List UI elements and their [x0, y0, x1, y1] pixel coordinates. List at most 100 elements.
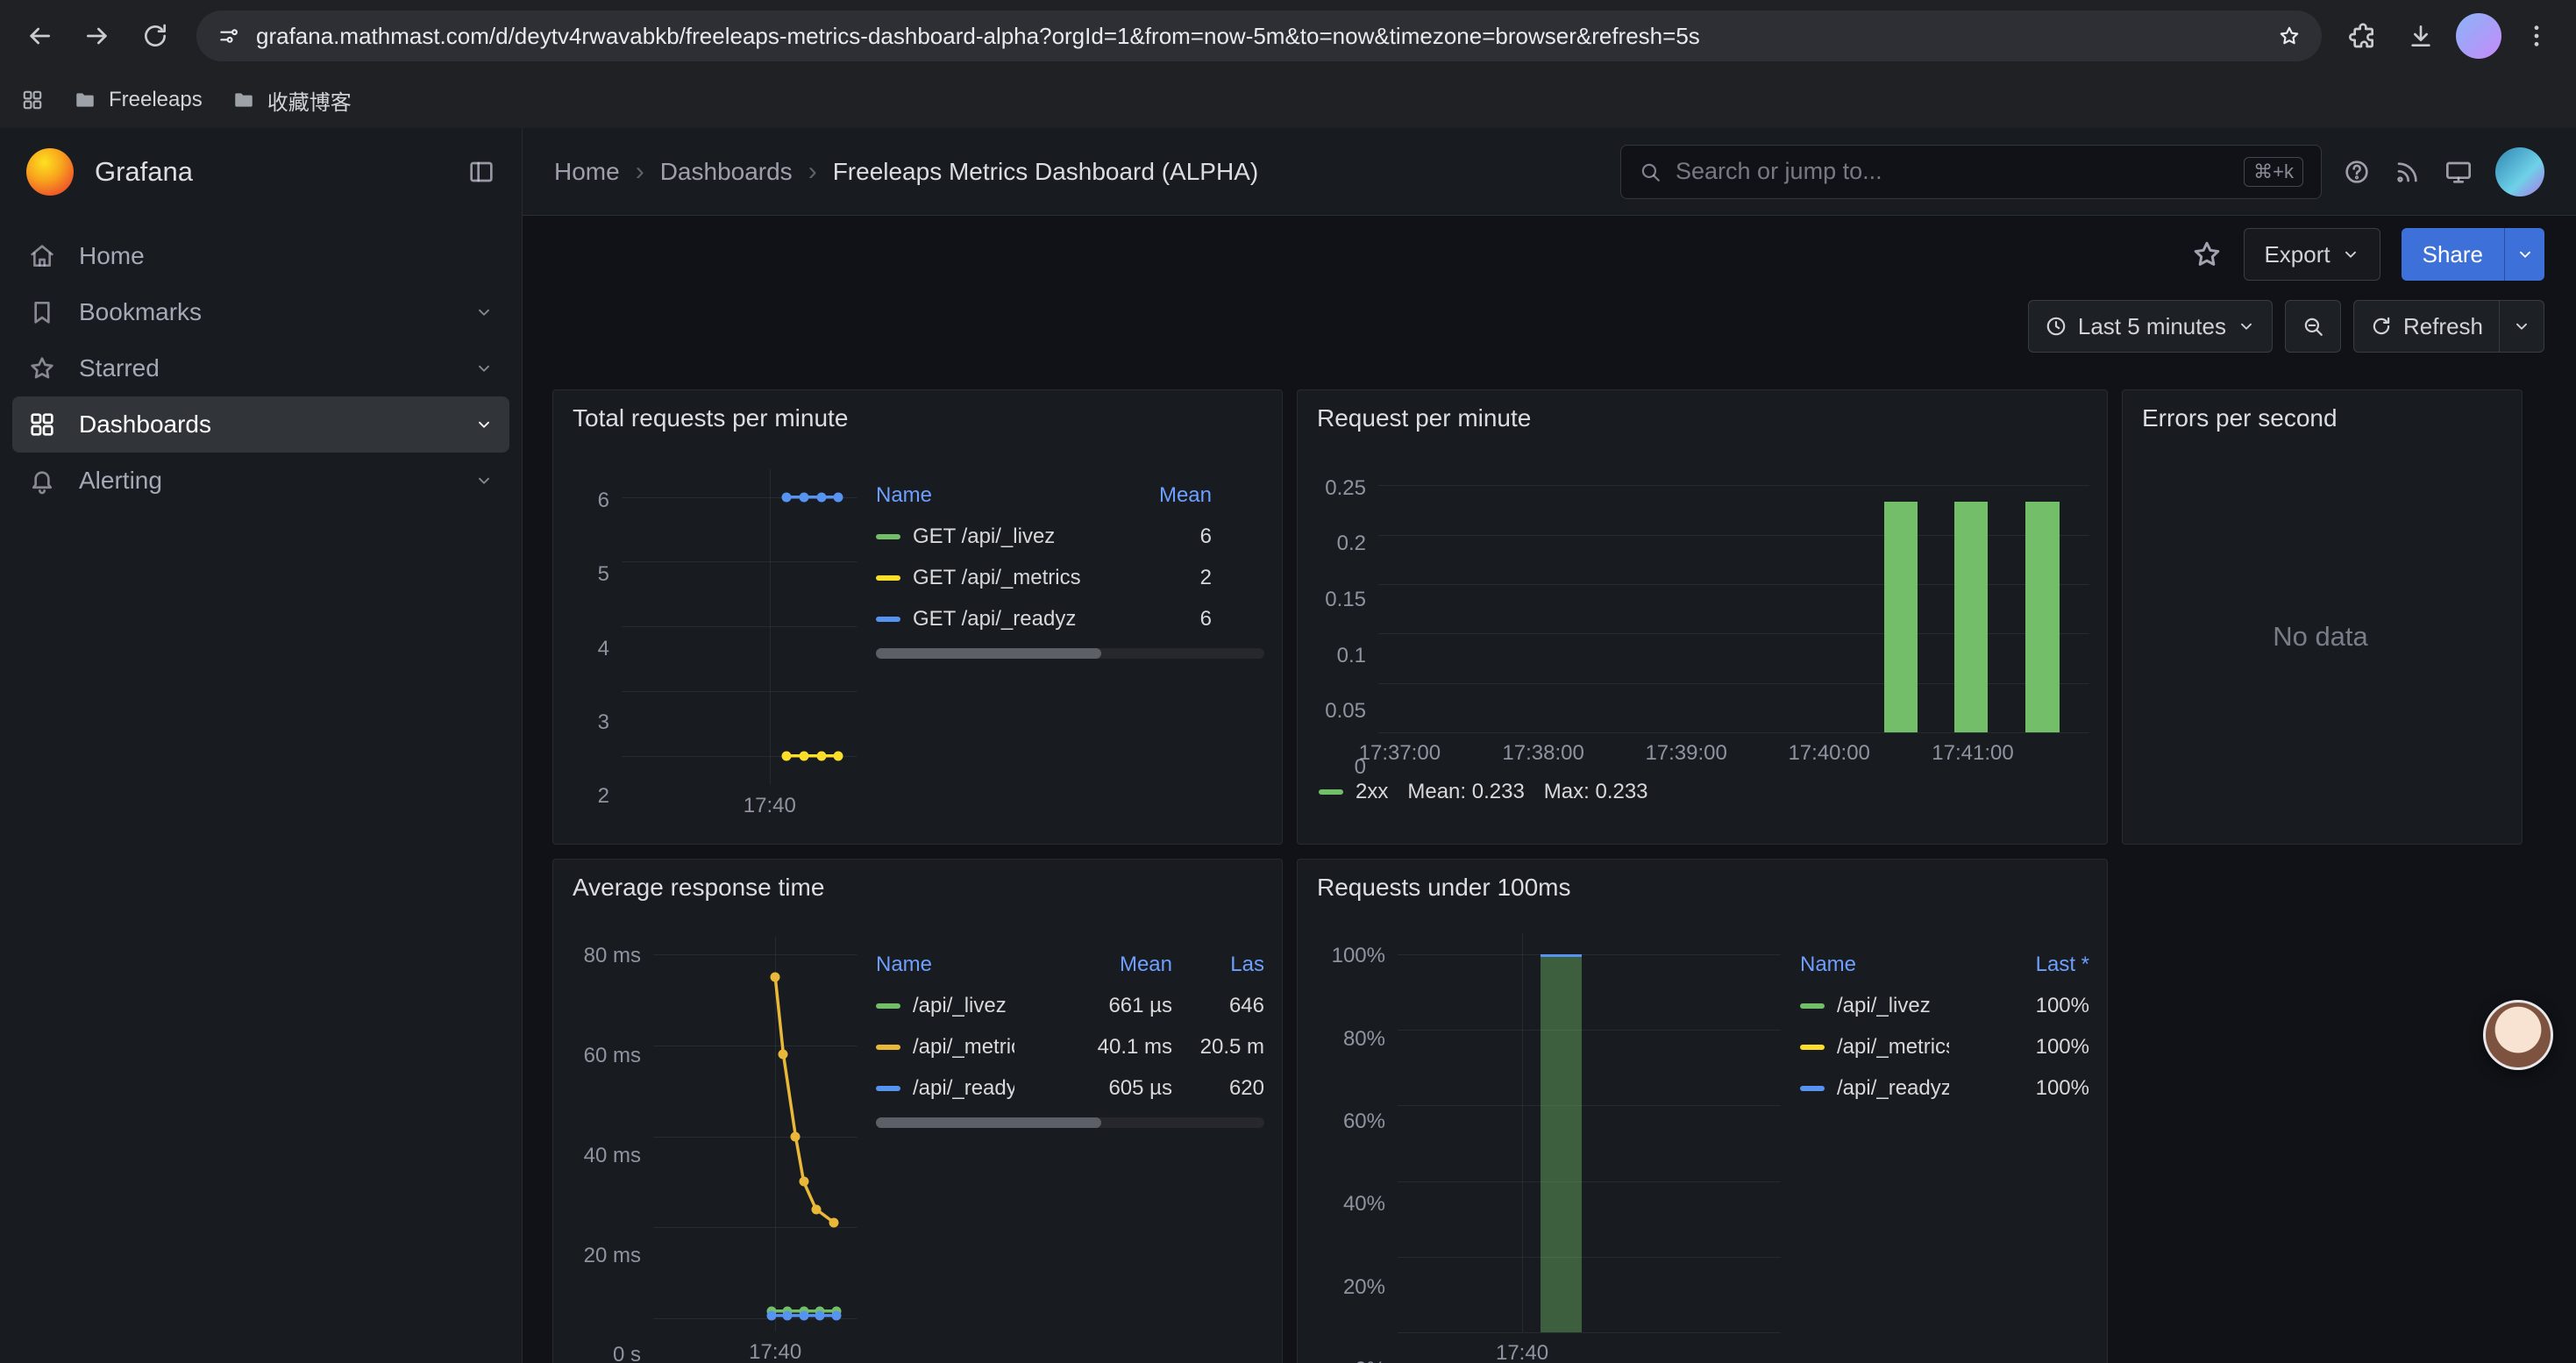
legend-value: 100% [1958, 1035, 2089, 1060]
legend-series[interactable]: 2xx [1319, 780, 1388, 804]
y-axis-tick: 2 [598, 784, 609, 809]
x-axis-tick: 17:39:00 [1645, 741, 1726, 766]
legend-value: 100% [1958, 1076, 2089, 1101]
y-axis-tick: 20% [1343, 1275, 1385, 1300]
legend-series[interactable]: /api/_readyz [876, 1076, 1014, 1101]
y-axis: 65432 [567, 469, 609, 830]
scrollbar-thumb[interactable] [876, 648, 1101, 659]
time-range-picker[interactable]: Last 5 minutes [2028, 300, 2273, 353]
sidebar-collapse-button[interactable] [467, 158, 495, 186]
share-button[interactable]: Share [2402, 228, 2504, 281]
url-input[interactable] [256, 23, 2262, 50]
legend-row: GET /api/_livez6 [876, 516, 1212, 557]
extensions-button[interactable] [2338, 11, 2388, 61]
export-button[interactable]: Export [2244, 228, 2380, 281]
no-data-message: No data [2273, 621, 2368, 653]
browser-menu-button[interactable] [2511, 11, 2562, 61]
data-point [771, 973, 780, 982]
downloads-button[interactable] [2395, 11, 2446, 61]
chevron-down-icon[interactable] [474, 471, 494, 490]
legend-header[interactable]: Mean [1107, 483, 1212, 508]
sidebar-item-starred[interactable]: Starred [12, 340, 509, 396]
legend-header[interactable]: Name [876, 483, 1098, 508]
chevron-down-icon[interactable] [474, 415, 494, 434]
panel-title[interactable]: Requests under 100ms [1298, 860, 2107, 909]
legend-row: GET /api/_readyz6 [876, 598, 1212, 639]
legend-header[interactable]: Mean [1023, 953, 1172, 977]
share-menu-caret[interactable] [2504, 228, 2544, 281]
y-axis-tick: 60 ms [584, 1044, 641, 1068]
url-bar[interactable] [196, 11, 2322, 61]
x-axis: 17:40 [622, 785, 857, 820]
y-axis-tick: 0.25 [1325, 476, 1366, 501]
refresh-button[interactable]: Refresh [2353, 300, 2500, 353]
legend-series[interactable]: /api/_metrics [876, 1035, 1014, 1060]
sidebar-item-dashboards[interactable]: Dashboards [12, 396, 509, 453]
search-box[interactable]: ⌘+k [1620, 145, 2322, 199]
plot-area [1398, 933, 1781, 1332]
zoom-out-button[interactable] [2285, 300, 2341, 353]
reload-button[interactable] [130, 11, 181, 61]
legend-table: NameMeanLas/api/_livez661 µs646/api/_met… [876, 944, 1264, 1363]
main-area: Home › Dashboards › Freeleaps Metrics Da… [523, 128, 2576, 1363]
legend-series[interactable]: /api/_livez [1800, 994, 1949, 1018]
bookmark-blog[interactable]: 收藏博客 [232, 85, 352, 116]
sidebar-item-bookmarks[interactable]: Bookmarks [12, 284, 509, 340]
legend-mean: Mean: 0.233 [1407, 780, 1524, 804]
plot-area [1378, 460, 2089, 732]
panel-title[interactable]: Average response time [553, 860, 1282, 909]
share-split-button: Share [2402, 228, 2544, 281]
legend-series[interactable]: /api/_readyz [1800, 1076, 1949, 1101]
sidebar-item-alerting[interactable]: Alerting [12, 453, 509, 509]
kiosk-monitor-button[interactable] [2444, 158, 2473, 186]
legend-header[interactable]: Las [1181, 953, 1264, 977]
panel-total-requests-per-minute: Total requests per minute 65432 17:40 Na… [552, 389, 1283, 845]
sidebar-item-home[interactable]: Home [12, 228, 509, 284]
breadcrumb-home[interactable]: Home [554, 158, 620, 186]
panel-title[interactable]: Request per minute [1298, 390, 2107, 439]
chevron-down-icon[interactable] [474, 359, 494, 378]
help-button[interactable] [2343, 158, 2371, 186]
bookmark-star-icon[interactable] [2278, 25, 2301, 47]
y-axis-tick: 40 ms [584, 1144, 641, 1168]
refresh-interval-caret[interactable] [2499, 300, 2544, 353]
grafana-logo[interactable] [26, 148, 74, 196]
search-input[interactable] [1676, 158, 2230, 185]
p1-chart: 65432 17:40 [567, 469, 857, 830]
bookmark-freeleaps[interactable]: Freeleaps [74, 88, 203, 112]
data-point [833, 751, 843, 760]
panel-title[interactable]: Total requests per minute [553, 390, 1282, 439]
legend-series[interactable]: GET /api/_readyz [876, 607, 1098, 632]
refresh-icon [2370, 315, 2393, 338]
legend-max: Max: 0.233 [1544, 780, 1648, 804]
legend-series[interactable]: /api/_metrics [1800, 1035, 1949, 1060]
scrollbar-thumb[interactable] [876, 1117, 1101, 1128]
news-rss-button[interactable] [2394, 158, 2422, 186]
site-info-icon[interactable] [217, 25, 240, 47]
data-point [811, 1204, 821, 1214]
back-button[interactable] [14, 11, 65, 61]
apps-grid-icon[interactable] [21, 89, 44, 111]
series-color-dash [876, 1086, 900, 1091]
breadcrumb-dashboards[interactable]: Dashboards [660, 158, 793, 186]
chat-widget-avatar[interactable] [2483, 1000, 2553, 1070]
y-axis-tick: 80% [1343, 1027, 1385, 1052]
legend-series[interactable]: GET /api/_metrics [876, 566, 1098, 590]
chevron-down-icon [2516, 245, 2535, 264]
chevron-down-icon[interactable] [474, 303, 494, 322]
legend-series[interactable]: /api/_livez [876, 994, 1014, 1018]
data-point [799, 751, 808, 760]
forward-button[interactable] [72, 11, 123, 61]
legend-header[interactable]: Name [876, 953, 1014, 977]
legend-header[interactable]: Last * [1958, 953, 2089, 977]
legend-header[interactable]: Name [1800, 953, 1949, 977]
legend-series[interactable]: GET /api/_livez [876, 525, 1098, 549]
browser-profile-avatar[interactable] [2453, 11, 2504, 61]
panel-title[interactable]: Errors per second [2123, 390, 2522, 439]
legend-scrollbar[interactable] [876, 648, 1264, 659]
breadcrumb-separator: › [808, 157, 817, 187]
favorite-dashboard-button[interactable] [2191, 239, 2223, 270]
user-avatar[interactable] [2495, 147, 2544, 196]
series-color-dash [1800, 1045, 1825, 1050]
legend-scrollbar[interactable] [876, 1117, 1264, 1128]
